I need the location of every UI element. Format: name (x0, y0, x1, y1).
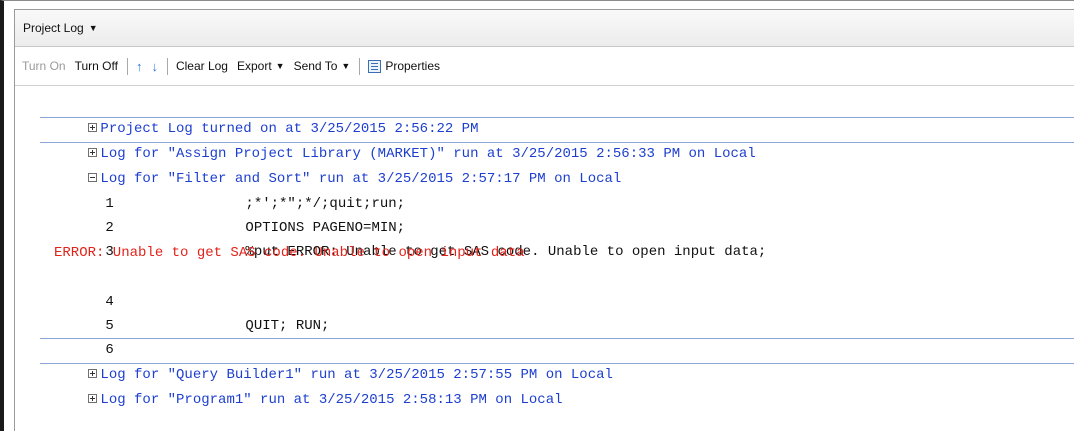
send-to-button[interactable]: Send To ▼ (294, 59, 351, 73)
expand-plus-icon[interactable] (88, 394, 98, 403)
panel-title: Project Log (23, 21, 84, 35)
turn-off-button[interactable]: Turn Off (75, 59, 118, 73)
properties-button[interactable]: Properties (368, 59, 440, 73)
export-button[interactable]: Export ▼ (237, 59, 285, 73)
log-node[interactable]: Log for "Query Builder1" run at 3/25/201… (15, 339, 613, 383)
code-text: QUIT; RUN; (245, 318, 330, 334)
turn-on-button[interactable]: Turn On (22, 59, 66, 73)
log-node[interactable]: Log for "Program1" run at 3/25/2015 2:58… (15, 364, 563, 408)
code-line: 6 (15, 314, 245, 358)
chevron-down-icon[interactable]: ▼ (89, 23, 98, 33)
log-node[interactable]: Log for "Filter and Sort" run at 3/25/20… (15, 143, 621, 187)
properties-label: Properties (385, 59, 441, 73)
log-toolbar: Turn On Turn Off ↑ ↓ Clear Log Export ▼ … (15, 47, 1074, 86)
toolbar-separator (126, 57, 128, 75)
chevron-down-icon: ▼ (275, 61, 285, 71)
log-content[interactable]: Project Log turned on at 3/25/2015 2:56:… (15, 86, 1074, 431)
arrow-down-icon[interactable]: ↓ (151, 59, 158, 74)
toolbar-separator (359, 57, 361, 75)
log-node[interactable]: Log for "Assign Project Library (MARKET)… (15, 118, 756, 162)
panel-title-bar[interactable]: Project Log ▼ (15, 10, 1074, 47)
code-line: 2 OPTIONS PAGENO=MIN; (15, 192, 405, 236)
code-line: 1 ;*';*";*/;quit;run; (15, 168, 405, 212)
error-message: ERROR: Unable to get SAS code. Unable to… (54, 245, 525, 261)
chevron-down-icon: ▼ (341, 61, 351, 71)
toolbar-separator (166, 57, 168, 75)
properties-icon (368, 59, 382, 73)
send-to-label: Send To (293, 59, 338, 73)
code-line: 5 QUIT; RUN; (15, 290, 329, 334)
clear-log-button[interactable]: Clear Log (176, 59, 228, 73)
log-node-text: Log for "Program1" run at 3/25/2015 2:58… (100, 392, 563, 408)
code-line: 4 (15, 266, 245, 310)
log-node[interactable]: Project Log turned on at 3/25/2015 2:56:… (15, 93, 478, 137)
project-log-window: Project Log ▼ Turn On Turn Off ↑ ↓ Clear… (0, 0, 1074, 431)
arrow-up-icon[interactable]: ↑ (136, 59, 143, 74)
code-line: 3 %put ERROR: Unable to get SAS code. Una… (15, 216, 766, 260)
export-label: Export (236, 59, 272, 73)
